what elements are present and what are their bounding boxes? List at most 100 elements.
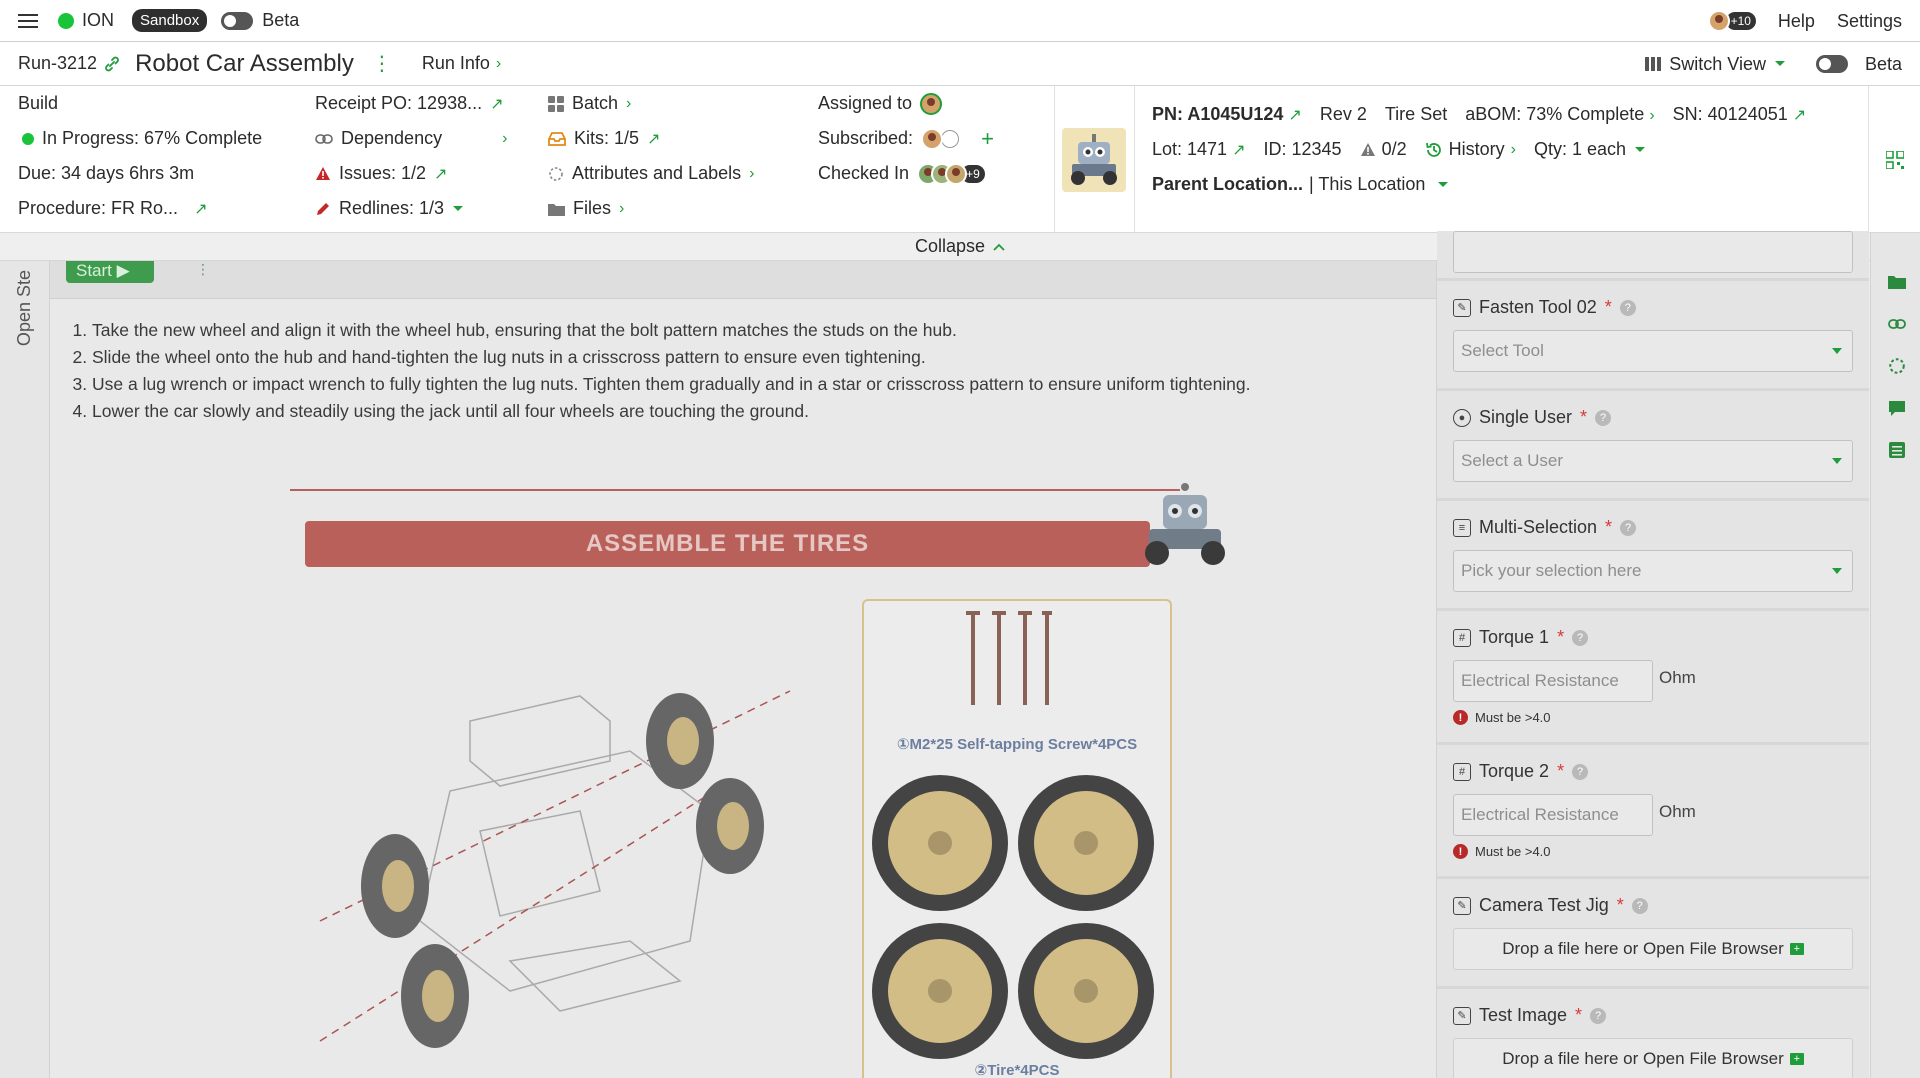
receipt-po-link[interactable]: Receipt PO: 12938... ↗ xyxy=(315,86,507,121)
tool-select[interactable]: Select Tool xyxy=(1453,330,1853,372)
columns-icon xyxy=(1645,57,1662,71)
folder-icon[interactable] xyxy=(1888,273,1906,291)
beta-label: Beta xyxy=(262,10,300,30)
subscribed: Subscribed: + xyxy=(818,121,994,156)
screw-label: ①M2*25 Self-tapping Screw*4PCS xyxy=(896,736,1138,753)
step-options-icon[interactable]: ⋮ xyxy=(196,261,210,278)
divider xyxy=(1134,86,1135,233)
instruction-item: Lower the car slowly and steadily using … xyxy=(92,398,1390,425)
multi-select[interactable]: Pick your selection here xyxy=(1453,550,1853,592)
serial-number: SN: 40124051 xyxy=(1672,104,1788,124)
step-list-strip[interactable] xyxy=(0,261,50,1078)
kits-link[interactable]: Kits: 1/5 ↗ xyxy=(548,121,754,156)
lot-number: Lot: 1471 xyxy=(1152,139,1228,159)
avatar-count-badge: +10 xyxy=(1725,12,1756,30)
file-drop-zone[interactable]: Drop a file here or Open File Browser + xyxy=(1453,928,1853,970)
part-number: PN: A1045U124 xyxy=(1152,104,1284,124)
torque-1-input[interactable]: Electrical Resistance xyxy=(1453,660,1653,702)
abom-link[interactable]: aBOM: 73% Complete › xyxy=(1465,104,1654,125)
help-icon[interactable]: ? xyxy=(1590,1007,1607,1024)
field-label: Camera Test Jig xyxy=(1479,895,1609,915)
help-icon[interactable]: ? xyxy=(1572,629,1589,646)
step-form-panel: ✎ Fasten Tool 02 * ? Select Tool ● Singl… xyxy=(1436,231,1870,1078)
figure-rule xyxy=(290,489,1180,491)
help-icon[interactable]: ? xyxy=(1619,299,1636,316)
field-label: Single User xyxy=(1479,407,1573,427)
settings-link[interactable]: Settings xyxy=(1837,11,1902,32)
chevron-right-icon: › xyxy=(619,199,625,217)
warnings-count[interactable]: 0/2 xyxy=(1360,139,1407,160)
history-button[interactable]: History › xyxy=(1425,139,1516,160)
warnings-label: 0/2 xyxy=(1381,139,1407,159)
add-subscriber-icon[interactable]: + xyxy=(981,126,994,152)
robot-car-exploded-diagram xyxy=(319,690,791,1048)
chevron-right-icon: › xyxy=(1510,140,1516,158)
subscribed-label: Subscribed: xyxy=(818,128,914,148)
abom-label: aBOM: 73% Complete xyxy=(1465,104,1645,124)
chevron-down-icon[interactable] xyxy=(1774,60,1786,68)
help-icon[interactable]: ? xyxy=(1631,897,1648,914)
subscribe-toggle[interactable] xyxy=(941,129,960,148)
checked-in[interactable]: Checked In +9 xyxy=(818,156,994,191)
tool-icon: ✎ xyxy=(1453,298,1471,317)
link-icon[interactable] xyxy=(1888,315,1906,333)
issues-link[interactable]: Issues: 1/2 ↗ xyxy=(315,156,507,191)
user-select[interactable]: Select a User xyxy=(1453,440,1853,482)
menu-icon[interactable] xyxy=(18,13,38,29)
fasten-tool-field: ✎ Fasten Tool 02 * ? Select Tool xyxy=(1437,281,1869,391)
beta-toggle[interactable] xyxy=(221,11,254,30)
partial-select[interactable] xyxy=(1453,231,1853,273)
beta-toggle-secondary[interactable] xyxy=(1815,55,1848,73)
list-icon[interactable] xyxy=(1888,441,1906,459)
qr-code-icon[interactable] xyxy=(1886,151,1904,169)
form-field-partial xyxy=(1437,231,1869,281)
required-indicator: * xyxy=(1605,517,1613,537)
robot-mascot-image xyxy=(1145,483,1225,565)
dependency-button[interactable]: Dependency › xyxy=(315,121,507,156)
user-avatars[interactable]: +10 xyxy=(1707,10,1756,32)
assigned-to[interactable]: Assigned to xyxy=(818,86,994,121)
location-dropdown[interactable]: Parent Location... | This Location xyxy=(1152,167,1806,202)
more-options-icon[interactable]: ⋮ xyxy=(372,51,392,76)
comment-icon[interactable] xyxy=(1888,399,1906,417)
tray-icon xyxy=(548,131,566,146)
start-button[interactable]: Start ▶ xyxy=(66,261,154,283)
part-number-link[interactable]: PN: A1045U124 ↗ xyxy=(1152,104,1302,125)
attributes-icon[interactable] xyxy=(1888,357,1906,375)
files-label: Files xyxy=(573,198,612,218)
torque-2-input[interactable]: Electrical Resistance xyxy=(1453,794,1653,836)
help-icon[interactable]: ? xyxy=(1595,409,1612,426)
top-bar: ION Sandbox Beta +10 Help Settings xyxy=(0,0,1920,42)
avatar xyxy=(945,162,968,185)
attributes-button[interactable]: Attributes and Labels › xyxy=(548,156,754,191)
divider xyxy=(1868,86,1869,233)
chevron-down-icon xyxy=(1832,348,1842,354)
attributes-label: Attributes and Labels xyxy=(572,163,742,183)
chevron-up-icon xyxy=(993,243,1005,251)
torque-1-field: # Torque 1 * ? Electrical Resistance Ohm… xyxy=(1437,611,1869,745)
external-link-icon: ↗ xyxy=(434,165,448,183)
files-button[interactable]: Files › xyxy=(548,191,754,226)
procedure-link[interactable]: Procedure: FR Ro... ↗ xyxy=(18,191,262,226)
quantity-dropdown[interactable]: Qty: 1 each xyxy=(1534,139,1646,160)
help-icon[interactable]: ? xyxy=(1620,519,1637,536)
field-label: Multi-Selection xyxy=(1479,517,1598,537)
lot-link[interactable]: Lot: 1471 ↗ xyxy=(1152,139,1246,160)
app-name[interactable]: ION xyxy=(82,10,114,31)
input-placeholder: Electrical Resistance xyxy=(1461,805,1619,824)
add-file-icon: + xyxy=(1789,943,1804,955)
open-steps-tab[interactable]: Open Ste xyxy=(14,270,35,346)
serial-number-link[interactable]: SN: 40124051 ↗ xyxy=(1673,104,1807,125)
help-link[interactable]: Help xyxy=(1778,11,1815,32)
file-drop-zone[interactable]: Drop a file here or Open File Browser + xyxy=(1453,1038,1853,1078)
part-name: Tire Set xyxy=(1384,104,1448,124)
switch-view-button[interactable]: Switch View xyxy=(1669,54,1766,75)
user-select-placeholder: Select a User xyxy=(1461,451,1564,470)
run-info-button[interactable]: Run Info › xyxy=(422,53,501,74)
link-icon[interactable] xyxy=(103,55,121,73)
redlines-dropdown[interactable]: Redlines: 1/3 xyxy=(315,191,507,226)
receipt-po-label: Receipt PO: 12938... xyxy=(315,93,483,113)
part-thumbnail[interactable] xyxy=(1062,128,1126,192)
help-icon[interactable]: ? xyxy=(1572,763,1589,780)
batch-button[interactable]: Batch › xyxy=(548,86,754,121)
